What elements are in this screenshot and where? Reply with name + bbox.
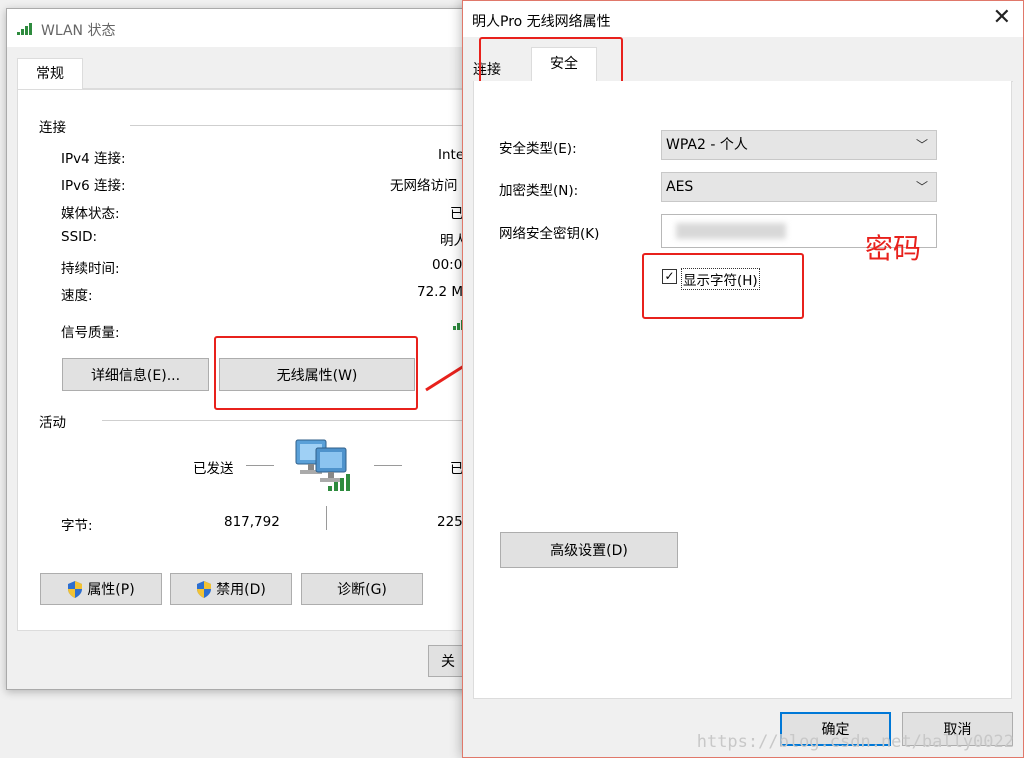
ipv4-label: IPv4 连接: (61, 151, 126, 167)
speed-label: 速度: (61, 288, 93, 304)
encryption-type-label: 加密类型(N): (499, 183, 579, 199)
encryption-type-value: AES (666, 179, 694, 195)
uac-shield-icon (68, 580, 83, 598)
chevron-down-icon: ﹀ (915, 138, 928, 152)
details-button[interactable]: 详细信息(E)... (62, 358, 209, 391)
connection-group-divider (130, 125, 490, 126)
duration-label: 持续时间: (61, 261, 120, 277)
bytes-received-value: 225 (437, 514, 463, 530)
security-type-value: WPA2 - 个人 (666, 137, 748, 153)
diagnose-button-label: 诊断(G) (337, 582, 387, 598)
watermark: https://blog.csdn.net/bally0022 (696, 732, 1014, 752)
advanced-settings-button[interactable]: 高级设置(D) (500, 532, 678, 568)
sent-label: 已发送 (193, 461, 234, 477)
ipv6-label: IPv6 连接: (61, 178, 126, 194)
sent-line (246, 465, 274, 466)
wireless-properties-dialog: 明人Pro 无线网络属性 ✕ 连接 安全 安全类型(E): WPA2 - 个人 … (462, 0, 1024, 758)
ipv4-value: Inte (438, 147, 465, 163)
connection-group-label: 连接 (39, 120, 66, 136)
chevron-down-icon: ﹀ (915, 180, 928, 194)
wlan-tabstrip: 常规 (17, 58, 475, 90)
highlight-show-chars (642, 253, 804, 319)
signal-quality-label: 信号质量: (61, 325, 120, 341)
wlan-window-title: WLAN 状态 (41, 23, 116, 39)
wifi-signal-icon (17, 23, 32, 35)
activity-group-divider (102, 420, 490, 421)
ssid-label: SSID: (61, 229, 98, 245)
uac-shield-icon (197, 580, 212, 598)
properties-button-label: 属性(P) (87, 582, 135, 598)
disable-button-label: 禁用(D) (216, 582, 266, 598)
media-state-label: 媒体状态: (61, 206, 120, 222)
tab-general[interactable]: 常规 (17, 58, 83, 90)
bytes-label: 字节: (61, 518, 93, 534)
diagnose-button[interactable]: 诊断(G) (301, 573, 423, 605)
wlan-titlebar: WLAN 状态 (7, 9, 475, 47)
close-button-label: 关 (441, 654, 455, 670)
props-window-title: 明人Pro 无线网络属性 (472, 14, 611, 30)
bytes-sent-value: 817,792 (224, 514, 280, 530)
security-type-label: 安全类型(E): (499, 141, 577, 157)
network-computers-icon (295, 439, 350, 491)
advanced-settings-button-label: 高级设置(D) (550, 543, 628, 559)
highlight-wireless-properties (214, 336, 418, 410)
bytes-divider (326, 506, 327, 530)
security-type-select[interactable]: WPA2 - 个人 ﹀ (661, 130, 937, 160)
security-panel: 安全类型(E): WPA2 - 个人 ﹀ 加密类型(N): AES ﹀ 网络安全… (473, 81, 1012, 699)
speed-value: 72.2 M (417, 284, 463, 300)
close-icon[interactable]: ✕ (993, 7, 1011, 29)
duration-value: 00:0 (432, 257, 463, 273)
activity-group-label: 活动 (39, 415, 66, 431)
key-redaction (676, 223, 786, 239)
wlan-status-window: WLAN 状态 常规 连接 IPv4 连接: Inte IPv6 连接: 无网络… (6, 8, 490, 690)
received-line (374, 465, 402, 466)
password-annotation: 密码 (865, 232, 922, 265)
encryption-type-select[interactable]: AES ﹀ (661, 172, 937, 202)
details-button-label: 详细信息(E)... (90, 367, 181, 384)
disable-button[interactable]: 禁用(D) (170, 573, 292, 605)
props-titlebar: 明人Pro 无线网络属性 ✕ (463, 1, 1023, 37)
properties-button[interactable]: 属性(P) (40, 573, 162, 605)
network-key-label: 网络安全密钥(K) (499, 226, 600, 242)
ipv6-value: 无网络访问 (390, 178, 458, 194)
